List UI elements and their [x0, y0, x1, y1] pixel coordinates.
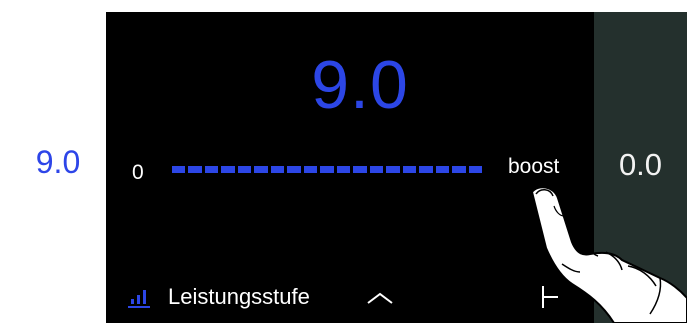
slider-segment — [287, 166, 301, 173]
slider-segment — [369, 166, 384, 173]
slider-segment — [303, 166, 318, 173]
power-level-label[interactable]: Leistungsstufe — [168, 284, 310, 310]
slider-segment — [435, 166, 450, 173]
timer-icon[interactable] — [540, 284, 560, 310]
main-power-value: 9.0 — [311, 47, 409, 123]
slider-segment — [188, 166, 202, 173]
slider-segment — [320, 166, 334, 173]
slider-segment — [204, 166, 219, 173]
slider-segment — [336, 166, 351, 173]
slider-segment — [452, 166, 466, 173]
slider-segment — [172, 166, 186, 173]
power-level-icon — [128, 290, 150, 308]
slider-segment — [386, 166, 400, 173]
right-zone-panel[interactable]: 0.0 — [594, 12, 687, 323]
slider-segment — [221, 166, 235, 173]
slider-segment — [402, 166, 417, 173]
slider-segment — [353, 166, 367, 173]
slider-segment — [254, 166, 268, 173]
slider-segment — [237, 166, 252, 173]
slider-min-label[interactable]: 0 — [132, 161, 144, 185]
left-zone-value: 9.0 — [35, 144, 81, 180]
slider-segment — [270, 166, 285, 173]
slider-segment — [468, 166, 482, 173]
right-zone-value: 0.0 — [618, 147, 663, 182]
boost-button[interactable]: boost — [508, 155, 559, 179]
cooktop-display: 9.0 9.0 0 boost 0.0 Leistungsstufe — [10, 12, 687, 323]
left-zone-panel[interactable]: 9.0 — [10, 12, 106, 323]
slider-segment — [419, 166, 433, 173]
chevron-up-icon[interactable] — [366, 290, 394, 306]
power-slider[interactable] — [172, 166, 482, 174]
